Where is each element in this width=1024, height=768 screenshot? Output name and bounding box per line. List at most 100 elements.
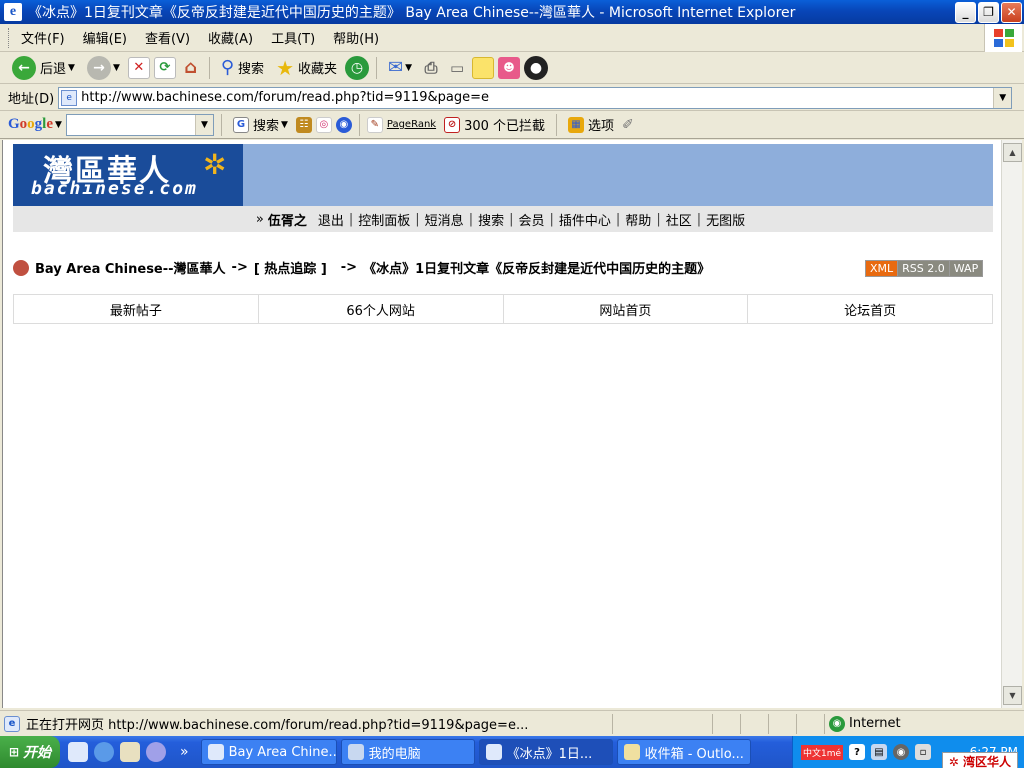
nav-logout[interactable]: 退出 (313, 210, 349, 229)
close-button[interactable]: ✕ (1001, 1, 1022, 23)
zone-label: Internet (849, 716, 901, 731)
nav-username[interactable]: 伍胥之 (268, 210, 307, 229)
quicknav-forum-home[interactable]: 论坛首页 (747, 295, 992, 323)
favorites-label: 收藏夹 (298, 62, 338, 77)
history-icon[interactable]: ◷ (345, 55, 370, 80)
google-g-icon: G (232, 116, 249, 133)
popup-blocker-icon: ⊘ (444, 116, 461, 133)
menu-tools[interactable]: 工具(T) (267, 26, 319, 49)
nav-plugins[interactable]: 插件中心 (554, 210, 616, 229)
nav-text-only[interactable]: 无图版 (701, 210, 750, 229)
qq-penguin-icon[interactable]: ● (524, 55, 549, 80)
quicknav-latest-posts[interactable]: 最新帖子 (14, 295, 258, 323)
stop-icon[interactable]: ✕ (127, 56, 150, 79)
menu-help[interactable]: 帮助(H) (329, 26, 383, 49)
favorites-button[interactable]: ★ 收藏夹 (272, 54, 341, 82)
nav-help[interactable]: 帮助 (620, 210, 656, 229)
google-search-input[interactable] (66, 114, 195, 135)
start-button[interactable]: ⊞ 开始 (0, 736, 60, 768)
forum-icon (13, 259, 29, 276)
menu-view[interactable]: 查看(V) (141, 26, 194, 49)
nav-prefix: » (255, 211, 264, 227)
address-input[interactable] (81, 88, 994, 107)
popup-blocker[interactable]: ⊘ 300 个已拦截 (440, 113, 549, 136)
print-icon[interactable]: ⎙ (420, 57, 442, 79)
pagerank-indicator[interactable]: PageRank (387, 119, 436, 130)
status-bar: e 正在打开网页 http://www.bachinese.com/forum/… (0, 710, 1024, 736)
google-search-button[interactable]: G 搜索 ▼ (229, 113, 292, 136)
google-search-dropdown-icon[interactable]: ▼ (194, 114, 213, 135)
mail-dropdown-icon[interactable]: ▼ (405, 63, 412, 73)
taskbar-item-outlook[interactable]: 收件箱 - Outlo... (616, 739, 751, 765)
outlook-launch-icon[interactable] (120, 742, 140, 762)
xml-feed-badge[interactable]: XML (866, 261, 898, 276)
pencil-icon[interactable]: ✐ (622, 117, 634, 133)
vertical-scrollbar[interactable]: ▲ ▼ (1001, 140, 1022, 708)
menu-favorites[interactable]: 收藏(A) (204, 26, 257, 49)
refresh-icon[interactable]: ⟳ (153, 56, 176, 79)
google-menu-dropdown-icon[interactable]: ▼ (55, 120, 62, 130)
address-box: e ▼ (58, 86, 1013, 109)
address-bar: 地址(D) e ▼ (0, 85, 1024, 111)
quicklaunch-more-icon[interactable]: » (180, 744, 189, 760)
tray-app-icon[interactable]: ▫ (915, 744, 932, 760)
nav-community[interactable]: 社区 (661, 210, 697, 229)
back-dropdown-icon[interactable]: ▼ (68, 63, 75, 73)
globe-icon[interactable]: ◉ (335, 116, 352, 133)
google-search-box: ▼ (65, 113, 214, 136)
back-label: 后退 (40, 62, 67, 77)
nav-messages[interactable]: 短消息 (420, 210, 469, 229)
network-icon[interactable]: ▤ (871, 744, 888, 760)
quick-launch: » (60, 742, 197, 762)
nav-search[interactable]: 搜索 (473, 210, 509, 229)
google-search-options-icon[interactable]: ▼ (281, 120, 288, 130)
restore-button[interactable]: ❐ (978, 1, 999, 23)
menu-file[interactable]: 文件(F) (17, 26, 69, 49)
breadcrumb-section[interactable]: [ 热点追踪 ] (254, 258, 327, 277)
scroll-up-icon[interactable]: ▲ (1003, 143, 1022, 162)
search-button[interactable]: ⚲ 搜索 (217, 55, 268, 80)
help-icon[interactable]: ? (849, 744, 866, 760)
taskbar-item-current-page[interactable]: 《冰点》1日... (478, 739, 613, 765)
minimize-button[interactable]: _ (955, 1, 976, 23)
taskbar-item-bay-area[interactable]: Bay Area Chine... (200, 739, 337, 765)
forward-button[interactable]: → ▼ (83, 54, 124, 82)
ime-indicator[interactable]: 中文1mé (801, 744, 844, 760)
site-logo[interactable]: 灣區華人 ✲ bachinese.com (13, 144, 243, 206)
edit-icon[interactable]: ▭ (446, 57, 468, 79)
security-zone: ◉ Internet (824, 713, 1024, 734)
messenger-icon[interactable]: ☻ (498, 56, 521, 79)
news-icon[interactable]: ◎ (315, 116, 332, 133)
nav-control-panel[interactable]: 控制面板 (353, 210, 415, 229)
address-dropdown-icon[interactable]: ▼ (993, 87, 1012, 108)
site-search-icon[interactable]: ☷ (295, 116, 312, 133)
forward-dropdown-icon[interactable]: ▼ (113, 63, 120, 73)
menu-edit[interactable]: 编辑(E) (79, 26, 131, 49)
volume-icon[interactable]: ◉ (893, 744, 910, 760)
home-icon[interactable]: ⌂ (180, 57, 202, 79)
media-player-icon[interactable] (146, 742, 166, 762)
breadcrumb-arrow: -> (340, 260, 358, 275)
ie-launch-icon[interactable] (94, 742, 114, 762)
system-tray: 中文1mé ? ▤ ◉ ▫ 6:27 PM ✲ 湾区华人 (792, 736, 1024, 768)
rss-feed-badge[interactable]: RSS 2.0 (897, 261, 949, 276)
internet-globe-icon: ◉ (829, 715, 845, 732)
status-progress-cell (612, 713, 712, 734)
breadcrumb-site[interactable]: Bay Area Chinese--灣區華人 (35, 258, 226, 277)
scroll-down-icon[interactable]: ▼ (1003, 686, 1022, 705)
taskbar-item-my-computer[interactable]: 我的电脑 (340, 739, 475, 765)
discuss-icon[interactable] (472, 56, 495, 79)
show-desktop-icon[interactable] (68, 742, 88, 762)
options-button[interactable]: ▦ 选项 (564, 113, 618, 136)
google-logo[interactable]: Google (8, 116, 53, 133)
quicknav-personal-sites[interactable]: 66个人网站 (257, 295, 503, 323)
wap-badge[interactable]: WAP (948, 261, 983, 276)
nav-members[interactable]: 会员 (513, 210, 549, 229)
status-cell (796, 713, 824, 734)
quicknav-site-home[interactable]: 网站首页 (502, 295, 748, 323)
back-button[interactable]: ← 后退 ▼ (8, 54, 79, 82)
highlight-icon[interactable]: ✎ (366, 116, 383, 133)
google-toolbar: Google ▼ ▼ G 搜索 ▼ ☷ ◎ ◉ ✎ PageRank ⊘ 300… (0, 111, 1024, 139)
mail-button[interactable]: ✉ ▼ (384, 55, 416, 80)
taskbar: ⊞ 开始 » Bay Area Chine... 我的电脑 《冰点》1日... … (0, 736, 1024, 768)
